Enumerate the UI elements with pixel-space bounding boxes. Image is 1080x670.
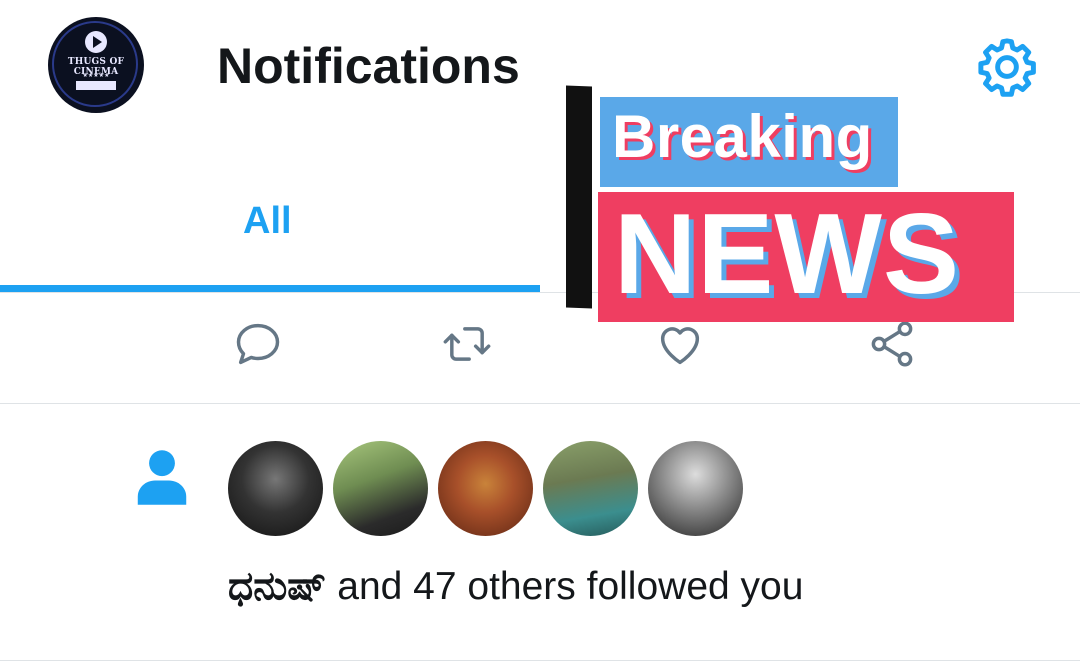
follower-name[interactable]: ಧನುಷ್: [228, 565, 326, 608]
follower-avatar[interactable]: [438, 441, 533, 536]
profile-avatar[interactable]: THUGS OF CINEMA ★★★★★: [48, 17, 144, 113]
tab-all[interactable]: All: [243, 200, 292, 243]
avatar-stars: ★★★★★: [82, 73, 110, 79]
notification-divider: [0, 660, 1080, 661]
share-icon[interactable]: [866, 318, 918, 370]
reply-icon[interactable]: [232, 318, 284, 370]
follow-summary: and 47 others followed you: [326, 565, 804, 608]
news-black-bar: [566, 85, 592, 309]
active-tab-indicator: [0, 285, 540, 292]
retweet-icon[interactable]: [441, 318, 493, 370]
follower-avatar[interactable]: [543, 441, 638, 536]
follower-avatar[interactable]: [333, 441, 428, 536]
news-label: NEWS: [614, 191, 960, 318]
person-icon: [137, 450, 187, 505]
tweet-divider: [0, 403, 1080, 404]
page-title: Notifications: [217, 38, 520, 94]
like-heart-icon[interactable]: [654, 318, 706, 370]
follower-avatar[interactable]: [648, 441, 743, 536]
follow-notification-text[interactable]: ಧನುಷ್ and 47 others followed you: [228, 563, 803, 611]
avatar-logo-box: [76, 81, 116, 90]
breaking-news-overlay: Breaking NEWS: [560, 80, 1020, 325]
breaking-label: Breaking: [612, 103, 873, 170]
follower-avatar[interactable]: [228, 441, 323, 536]
play-logo-icon: [85, 31, 107, 53]
